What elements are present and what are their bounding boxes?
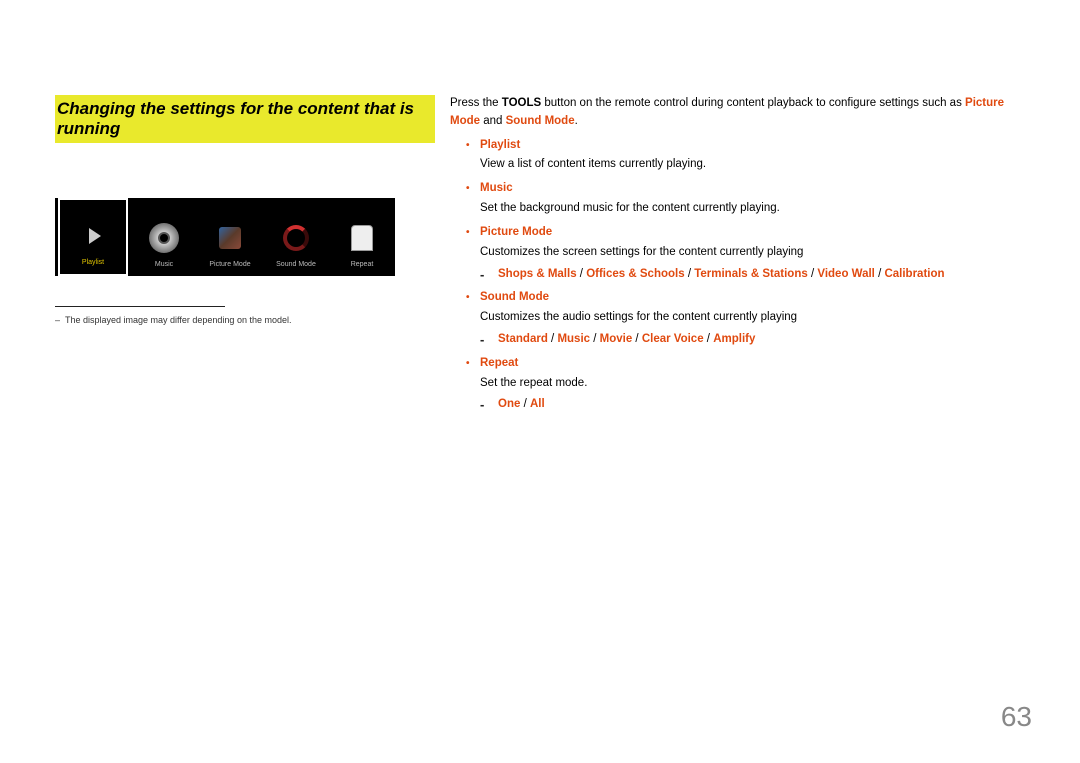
option: Clear Voice <box>642 333 704 345</box>
option: Calibration <box>884 268 944 280</box>
repeat-options: - One / All <box>480 396 1030 414</box>
option-row: - Standard / Music / Movie / Clear Voice… <box>480 331 1030 349</box>
play-icon <box>76 219 110 253</box>
option: One <box>498 398 520 410</box>
item-title: Playlist <box>480 139 520 151</box>
disc-icon <box>147 221 181 255</box>
item-title: Sound Mode <box>480 291 549 303</box>
sound-mode-options: - Standard / Music / Movie / Clear Voice… <box>480 331 1030 349</box>
intro-text: Press the <box>450 97 502 109</box>
option: Video Wall <box>817 268 875 280</box>
menu-item-music[interactable]: Music <box>131 198 197 276</box>
option-row: - One / All <box>480 396 1030 414</box>
picture-icon <box>213 221 247 255</box>
item-playlist: Playlist View a list of content items cu… <box>450 137 1030 175</box>
option: All <box>530 398 545 410</box>
intro-text: . <box>575 115 578 127</box>
item-desc: Customizes the screen settings for the c… <box>480 244 1030 262</box>
item-sound-mode: Sound Mode Customizes the audio settings… <box>450 289 1030 348</box>
menu-item-playlist[interactable]: Playlist <box>58 198 128 276</box>
item-title: Music <box>480 182 513 194</box>
footnote-divider <box>55 306 225 307</box>
page-title: Changing the settings for the content th… <box>55 95 435 143</box>
menu-label: Repeat <box>351 261 374 268</box>
option: Shops & Malls <box>498 268 577 280</box>
item-music: Music Set the background music for the c… <box>450 180 1030 218</box>
option: Music <box>557 333 590 345</box>
menu-label: Playlist <box>82 259 104 266</box>
item-title: Picture Mode <box>480 226 552 238</box>
footnote: –The displayed image may differ dependin… <box>55 315 435 325</box>
item-desc: Set the background music for the content… <box>480 200 1030 218</box>
menu-item-sound-mode[interactable]: Sound Mode <box>263 198 329 276</box>
item-desc: Set the repeat mode. <box>480 375 1030 393</box>
item-picture-mode: Picture Mode Customizes the screen setti… <box>450 224 1030 283</box>
option: Offices & Schools <box>586 268 684 280</box>
manual-page: Changing the settings for the content th… <box>0 0 1080 763</box>
playback-tools-menu: Playlist Music Picture Mode Sound Mode R… <box>55 198 395 276</box>
item-title: Repeat <box>480 357 518 369</box>
menu-item-picture-mode[interactable]: Picture Mode <box>197 198 263 276</box>
sound-icon <box>279 221 313 255</box>
item-desc: Customizes the audio settings for the co… <box>480 309 1030 327</box>
intro-text: button on the remote control during cont… <box>541 97 965 109</box>
menu-label: Music <box>155 261 173 268</box>
option: Amplify <box>713 333 755 345</box>
right-column: Press the TOOLS button on the remote con… <box>450 95 1030 414</box>
left-column: Changing the settings for the content th… <box>55 95 435 325</box>
picture-mode-options: - Shops & Malls / Offices & Schools / Te… <box>480 266 1030 284</box>
page-number: 63 <box>1001 701 1032 733</box>
option-row: - Shops & Malls / Offices & Schools / Te… <box>480 266 1030 284</box>
option: Movie <box>600 333 633 345</box>
item-repeat: Repeat Set the repeat mode. - One / All <box>450 355 1030 414</box>
intro-text: and <box>480 115 506 127</box>
menu-label: Sound Mode <box>276 261 316 268</box>
option: Terminals & Stations <box>694 268 808 280</box>
settings-list: Playlist View a list of content items cu… <box>450 137 1030 415</box>
intro-paragraph: Press the TOOLS button on the remote con… <box>450 95 1030 131</box>
repeat-icon <box>345 221 379 255</box>
option: Standard <box>498 333 548 345</box>
sound-mode-label: Sound Mode <box>506 115 575 127</box>
menu-item-repeat[interactable]: Repeat <box>329 198 395 276</box>
footnote-text: The displayed image may differ depending… <box>65 315 291 325</box>
tools-label: TOOLS <box>502 97 541 109</box>
item-desc: View a list of content items currently p… <box>480 156 1030 174</box>
menu-label: Picture Mode <box>209 261 250 268</box>
